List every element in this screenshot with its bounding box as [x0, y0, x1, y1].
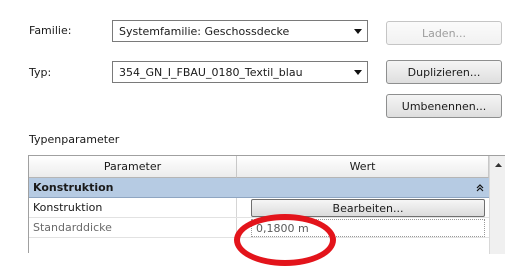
- column-header-value[interactable]: Wert: [237, 156, 489, 178]
- typ-dropdown-value: 354_GN_I_FBAU_0180_Textil_blau: [119, 65, 303, 79]
- vertical-scrollbar[interactable]: [489, 156, 505, 254]
- chevron-down-icon[interactable]: [349, 21, 367, 41]
- table-row: Konstruktion Bearbeiten...: [29, 198, 489, 218]
- duplicate-button[interactable]: Duplizieren...: [386, 60, 502, 84]
- param-name: Konstruktion: [29, 198, 237, 217]
- typeparams-grid: Parameter Wert Konstruktion Konstruktion…: [28, 155, 505, 254]
- load-button[interactable]: Laden...: [386, 21, 502, 45]
- group-header-label: Konstruktion: [33, 181, 114, 194]
- typ-dropdown[interactable]: 354_GN_I_FBAU_0180_Textil_blau: [112, 61, 368, 83]
- scroll-up-arrow-icon[interactable]: [490, 156, 505, 173]
- familie-dropdown[interactable]: Systemfamilie: Geschossdecke: [112, 20, 368, 42]
- familie-label: Familie:: [29, 24, 72, 37]
- edit-construction-button[interactable]: Bearbeiten...: [251, 199, 485, 217]
- param-value-cell: 0,1800 m: [237, 218, 489, 237]
- param-name: Standarddicke: [29, 218, 237, 237]
- typ-label: Typ:: [29, 66, 52, 79]
- thickness-value: 0,1800 m: [251, 219, 485, 237]
- chevron-down-icon[interactable]: [349, 62, 367, 82]
- group-header-konstruktion[interactable]: Konstruktion: [29, 178, 489, 198]
- typeparams-section-label: Typenparameter: [29, 133, 120, 146]
- param-value-cell: Bearbeiten...: [237, 198, 489, 217]
- collapse-chevron-icon[interactable]: [471, 183, 489, 192]
- familie-dropdown-value: Systemfamilie: Geschossdecke: [119, 24, 290, 38]
- rename-button[interactable]: Umbenennen...: [386, 94, 502, 118]
- column-header-parameter[interactable]: Parameter: [29, 156, 237, 178]
- table-row: Standarddicke 0,1800 m: [29, 218, 489, 238]
